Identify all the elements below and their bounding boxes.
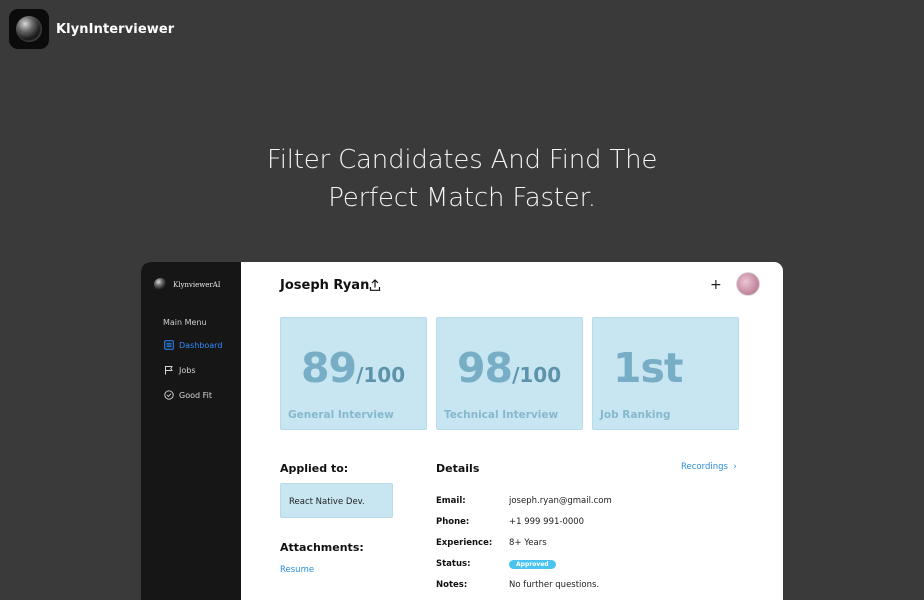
details-title: Details xyxy=(436,462,480,475)
score-card-technical: 98/100 Technical Interview xyxy=(436,317,583,430)
upload-icon[interactable] xyxy=(369,279,381,292)
brand-name: KlynInterviewer xyxy=(56,21,175,37)
sidebar-item-good-fit[interactable]: Good Fit xyxy=(164,389,222,401)
score-label: General Interview xyxy=(288,409,394,421)
details-table: Email: joseph.ryan@gmail.com Phone: +1 9… xyxy=(436,490,612,595)
detail-row-status: Status: Approved xyxy=(436,553,612,574)
score-value: 1st xyxy=(613,344,684,392)
orb-icon xyxy=(16,16,42,42)
chevron-right-icon: › xyxy=(730,462,737,472)
app-logo[interactable] xyxy=(9,9,49,49)
dashboard-icon xyxy=(164,340,174,350)
detail-key: Notes: xyxy=(436,579,468,590)
orb-icon xyxy=(154,278,167,291)
detail-value: +1 999 991-0000 xyxy=(509,516,585,527)
detail-key: Status: xyxy=(436,558,471,569)
recordings-label: Recordings xyxy=(681,462,728,472)
sidebar-item-label: Jobs xyxy=(179,365,196,375)
attachments-title: Attachments: xyxy=(280,541,364,554)
detail-row-experience: Experience: 8+ Years xyxy=(436,532,612,553)
detail-value: 8+ Years xyxy=(509,537,547,548)
detail-row-phone: Phone: +1 999 991-0000 xyxy=(436,511,612,532)
detail-key: Experience: xyxy=(436,537,493,548)
score-cards: 89/100 General Interview 98/100 Technica… xyxy=(280,317,748,430)
detail-key: Phone: xyxy=(436,516,470,527)
main-panel: Joseph Ryan + 89/100 General Interview 9… xyxy=(241,262,783,600)
score-card-general: 89/100 General Interview xyxy=(280,317,427,430)
hero-line-2: Perfect Match Faster. xyxy=(328,183,596,213)
detail-value: No further questions. xyxy=(509,579,600,590)
sidebar-menu: Dashboard Jobs Good Fit xyxy=(164,339,222,414)
score-label: Job Ranking xyxy=(600,409,671,421)
sidebar-brand[interactable]: KlynviewerAI xyxy=(154,278,221,291)
score-value: 98/100 xyxy=(457,344,562,392)
recordings-link[interactable]: Recordings › xyxy=(681,462,737,472)
sidebar: KlynviewerAI Main Menu Dashboard Jobs Go… xyxy=(141,262,241,600)
candidate-name: Joseph Ryan xyxy=(280,278,370,293)
detail-key: Email: xyxy=(436,495,466,506)
app-window: KlynviewerAI Main Menu Dashboard Jobs Go… xyxy=(141,262,783,600)
score-value: 89/100 xyxy=(301,344,406,392)
applied-title: Applied to: xyxy=(280,462,349,475)
flag-icon xyxy=(165,366,173,375)
status-cell: Approved xyxy=(509,559,556,569)
detail-row-notes: Notes: No further questions. xyxy=(436,574,612,595)
add-button[interactable]: + xyxy=(710,277,722,293)
applied-role: React Native Dev. xyxy=(280,483,393,518)
sidebar-item-jobs[interactable]: Jobs xyxy=(164,364,222,376)
avatar[interactable] xyxy=(736,272,760,296)
check-circle-icon xyxy=(164,390,174,400)
hero-heading: Filter Candidates And Find The Perfect M… xyxy=(0,141,924,217)
brand: KlynInterviewer xyxy=(9,9,174,49)
sidebar-item-label: Good Fit xyxy=(179,390,212,400)
hero-line-1: Filter Candidates And Find The xyxy=(266,145,658,175)
menu-title: Main Menu xyxy=(163,318,207,327)
resume-link[interactable]: Resume xyxy=(280,565,314,575)
score-label: Technical Interview xyxy=(444,409,559,421)
sidebar-item-label: Dashboard xyxy=(179,340,223,350)
score-card-ranking: 1st Job Ranking xyxy=(592,317,739,430)
status-badge: Approved xyxy=(509,559,556,569)
detail-value: joseph.ryan@gmail.com xyxy=(509,495,612,506)
detail-row-email: Email: joseph.ryan@gmail.com xyxy=(436,490,612,511)
sidebar-brand-name: KlynviewerAI xyxy=(173,280,221,289)
sidebar-item-dashboard[interactable]: Dashboard xyxy=(164,339,222,351)
